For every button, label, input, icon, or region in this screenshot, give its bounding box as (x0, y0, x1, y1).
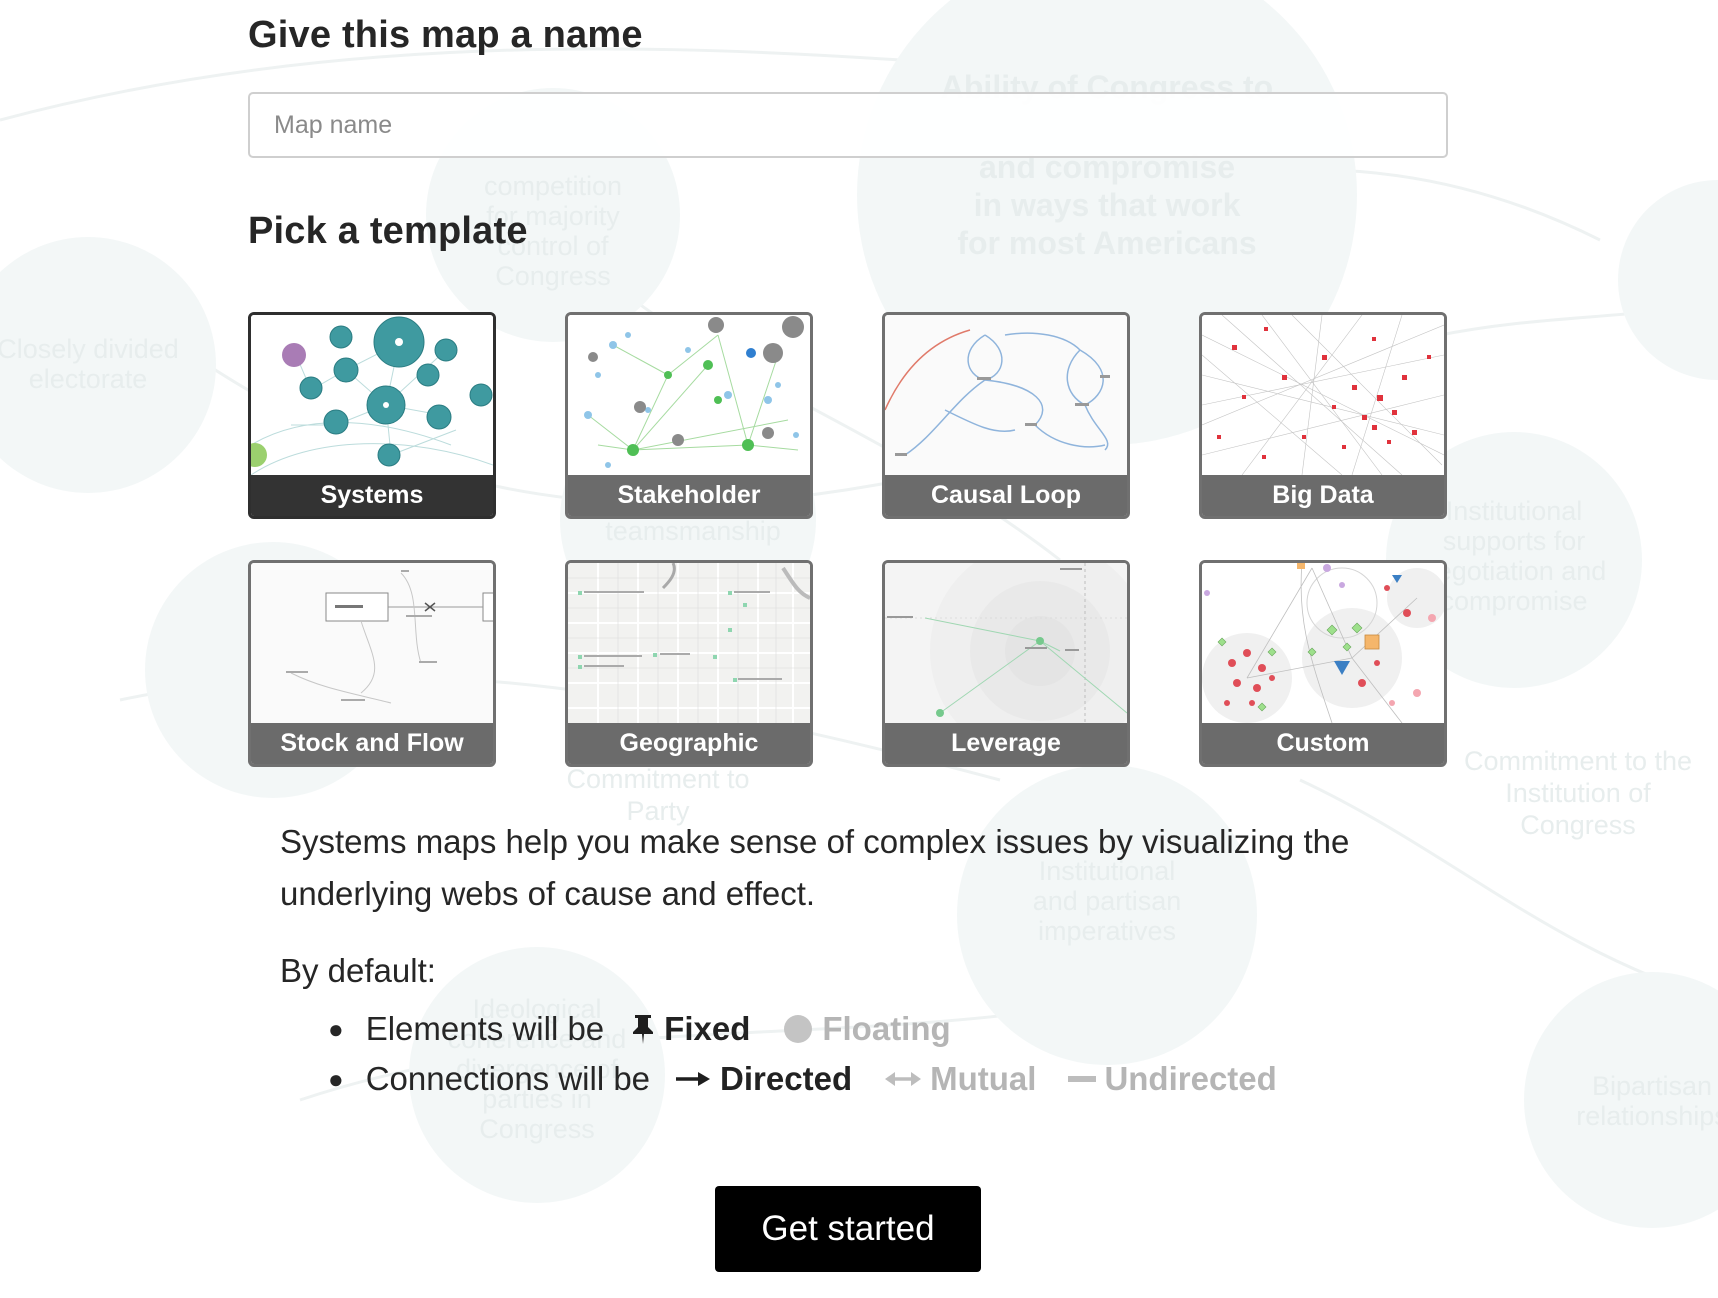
elements-label: Elements will be (365, 1010, 605, 1047)
template-card-causal-loop[interactable]: Causal Loop (882, 312, 1130, 519)
connections-label: Connections will be (365, 1060, 651, 1097)
template-thumbnail-big-data (1202, 315, 1444, 475)
template-thumbnail-stock-and-flow (251, 563, 493, 723)
line-icon (1068, 1076, 1097, 1082)
option-undirected[interactable]: Undirected (1068, 1060, 1277, 1098)
option-label: Mutual (930, 1060, 1037, 1097)
template-card-stakeholder[interactable]: Stakeholder (565, 312, 813, 519)
map-name-input[interactable] (248, 92, 1448, 158)
elements-default-row: ● Elements will be Fixed Floating (328, 1006, 983, 1052)
template-thumbnail-systems (251, 315, 493, 475)
bullet: ● (328, 1013, 344, 1044)
template-card-systems[interactable]: Systems (248, 312, 496, 519)
get-started-button[interactable]: Get started (715, 1186, 981, 1272)
template-label: Geographic (568, 723, 810, 764)
template-thumbnail-causal-loop (885, 315, 1127, 475)
template-label: Big Data (1202, 475, 1444, 516)
option-label: Directed (720, 1060, 853, 1097)
template-label: Systems (251, 475, 493, 516)
template-card-big-data[interactable]: Big Data (1199, 312, 1447, 519)
option-label: Undirected (1104, 1060, 1277, 1097)
option-directed[interactable]: Directed (676, 1060, 852, 1098)
template-thumbnail-stakeholder (568, 315, 810, 475)
template-heading: Pick a template (248, 210, 528, 252)
template-card-geographic[interactable]: Geographic (565, 560, 813, 767)
option-floating[interactable]: Floating (782, 1010, 951, 1048)
template-label: Causal Loop (885, 475, 1127, 516)
template-thumbnail-geographic (568, 563, 810, 723)
template-card-leverage[interactable]: Leverage (882, 560, 1130, 767)
arrow-both-icon (885, 1072, 922, 1086)
template-thumbnail-custom (1202, 563, 1444, 723)
template-label: Stock and Flow (251, 723, 493, 764)
option-label: Floating (822, 1010, 951, 1047)
pin-icon (633, 1015, 654, 1044)
template-thumbnail-leverage (885, 563, 1127, 723)
new-map-dialog: Give this map a name Pick a template (0, 0, 1718, 1298)
template-label: Custom (1202, 723, 1444, 764)
template-card-stock-and-flow[interactable]: Stock and Flow (248, 560, 496, 767)
template-label: Stakeholder (568, 475, 810, 516)
template-label: Leverage (885, 723, 1127, 764)
name-heading: Give this map a name (248, 14, 643, 56)
circle-icon (784, 1015, 813, 1043)
template-card-custom[interactable]: Custom (1199, 560, 1447, 767)
option-fixed[interactable]: Fixed (630, 1010, 750, 1048)
option-label: Fixed (664, 1010, 751, 1047)
bullet: ● (328, 1063, 344, 1094)
option-mutual[interactable]: Mutual (884, 1060, 1036, 1098)
connections-default-row: ● Connections will be Directed Mutual Un… (328, 1056, 1309, 1102)
defaults-heading: By default: (280, 952, 436, 989)
template-description: Systems maps help you make sense of comp… (280, 823, 1350, 912)
arrow-right-icon (676, 1072, 711, 1086)
